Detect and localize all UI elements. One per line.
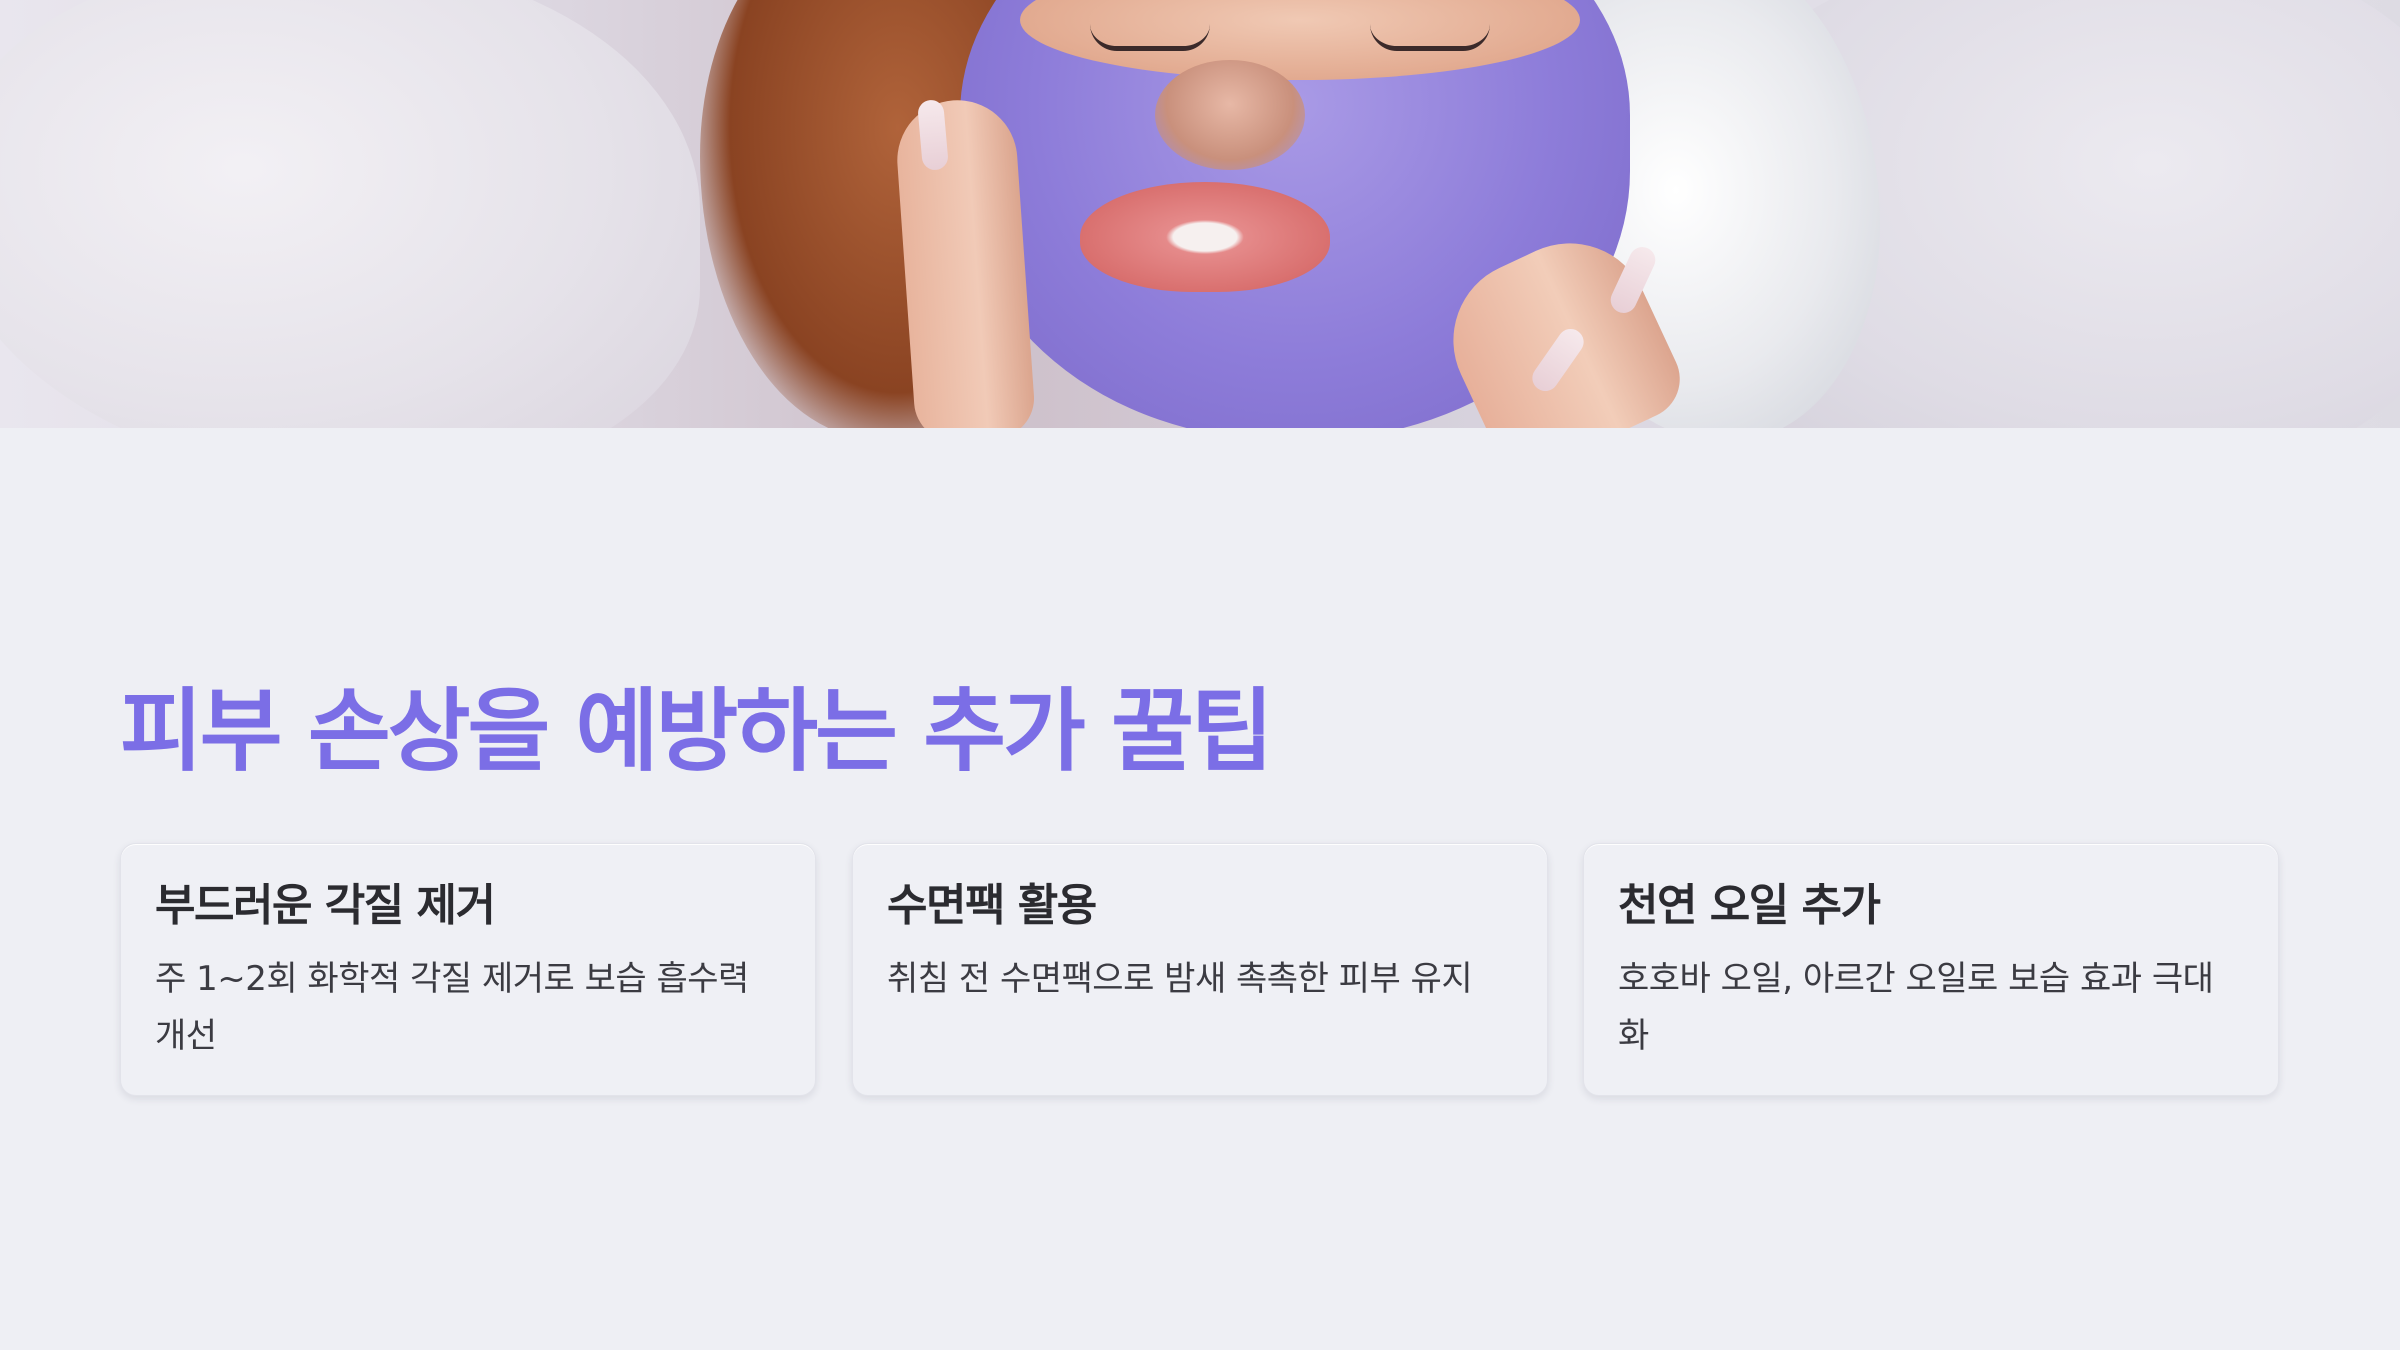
right-eye-shape: [1370, 24, 1490, 51]
tip-card-exfoliation: 부드러운 각질 제거 주 1~2회 화학적 각질 제거로 보습 흡수력 개선: [120, 843, 816, 1096]
tip-card-sleeping-pack: 수면팩 활용 취침 전 수면팩으로 밤새 촉촉한 피부 유지: [852, 843, 1548, 1096]
nose-shape: [1155, 60, 1305, 170]
left-hand-shape: [893, 96, 1037, 428]
tip-card-description: 호호바 오일, 아르간 오일로 보습 효과 극대화: [1618, 959, 2214, 1056]
slide: 피부 손상을 예방하는 추가 꿀팁 부드러운 각질 제거 주 1~2회 화학적 …: [0, 0, 2400, 1350]
lips-shape: [1080, 182, 1330, 292]
left-eye-shape: [1090, 24, 1210, 51]
hero-photo: [0, 0, 2400, 428]
tip-card-description: 취침 전 수면팩으로 밤새 촉촉한 피부 유지: [887, 959, 1473, 999]
page-title: 피부 손상을 예방하는 추가 꿀팁: [120, 679, 1274, 784]
tip-card-description: 주 1~2회 화학적 각질 제거로 보습 흡수력 개선: [155, 959, 749, 1056]
tips-card-row: 부드러운 각질 제거 주 1~2회 화학적 각질 제거로 보습 흡수력 개선 수…: [120, 843, 2280, 1098]
tip-card-title: 부드러운 각질 제거: [155, 880, 496, 931]
tip-card-natural-oil: 천연 오일 추가 호호바 오일, 아르간 오일로 보습 효과 극대화: [1583, 843, 2279, 1096]
tip-card-title: 수면팩 활용: [887, 880, 1097, 931]
pillow-left-shape: [0, 0, 700, 428]
tip-card-title: 천연 오일 추가: [1618, 880, 1881, 931]
